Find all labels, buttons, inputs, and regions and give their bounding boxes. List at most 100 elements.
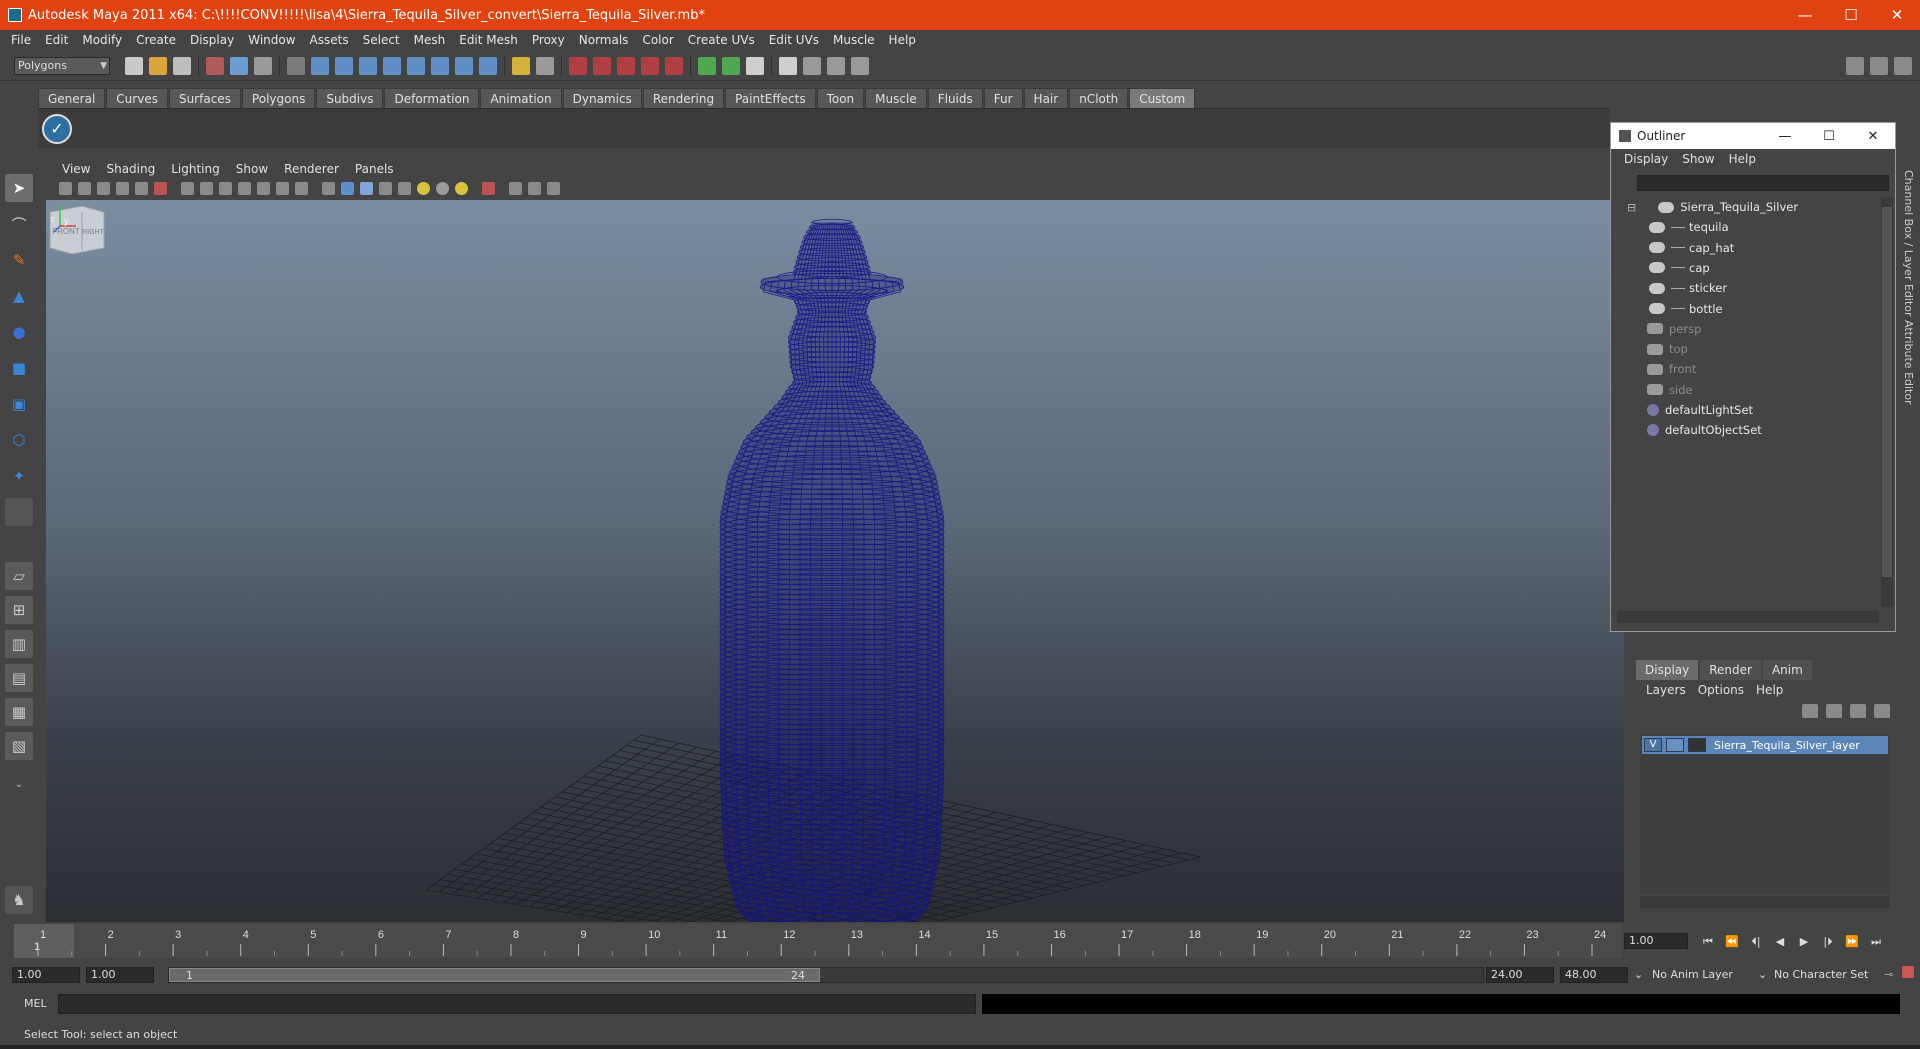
go-to-start-button[interactable]: ⏮ [1696, 933, 1720, 951]
range-slider[interactable]: 1 24 [168, 967, 1484, 983]
panel-menu-renderer[interactable]: Renderer [276, 162, 347, 176]
soft-mod-tool-icon[interactable]: ⬡ [5, 426, 33, 454]
key-icon[interactable]: ⊸ [1884, 967, 1893, 983]
outliner-filter-input[interactable] [1637, 175, 1889, 191]
render-current-icon[interactable] [803, 56, 821, 75]
menu-color[interactable]: Color [635, 33, 680, 47]
show-tool-settings-icon[interactable] [1870, 56, 1888, 75]
pick-curves-icon[interactable] [359, 56, 377, 75]
rotate-tool-icon[interactable]: ● [5, 318, 33, 346]
shelf-tab-surfaces[interactable]: Surfaces [168, 88, 241, 108]
outliner-maximize-button[interactable]: ☐ [1807, 129, 1851, 144]
show-manipulator-icon[interactable]: ✦ [5, 462, 33, 490]
persp-outliner-layout-icon[interactable]: ▥ [5, 630, 33, 658]
shelf-tab-painteffects[interactable]: PaintEffects [725, 88, 816, 108]
outliner-menu-display[interactable]: Display [1617, 152, 1675, 166]
menu-edit-mesh[interactable]: Edit Mesh [452, 33, 525, 47]
render-settings-icon[interactable] [851, 56, 869, 75]
outliner-item-defaultobjectset[interactable]: defaultObjectSet [1647, 420, 1762, 440]
snap-view-plane-icon[interactable] [641, 56, 659, 75]
animation-start-field[interactable]: 1.00 [12, 967, 80, 983]
outliner-item-cap[interactable]: cap [1649, 258, 1710, 278]
select-hierarchy-icon[interactable] [206, 56, 224, 75]
create-layer-from-selected-icon[interactable] [1874, 704, 1890, 718]
isolate-select-icon[interactable] [482, 181, 495, 195]
layer-tab-render[interactable]: Render [1700, 660, 1761, 680]
grid-toggle-icon[interactable] [181, 181, 194, 195]
shelf-tab-custom[interactable]: Custom [1129, 88, 1196, 108]
new-scene-icon[interactable] [125, 56, 143, 75]
layer-tab-display[interactable]: Display [1636, 660, 1699, 680]
play-backwards-button[interactable]: ◀ [1768, 933, 1792, 951]
menu-create[interactable]: Create [129, 33, 183, 47]
menu-window[interactable]: Window [241, 33, 302, 47]
four-view-layout-icon[interactable]: ⊞ [5, 596, 33, 624]
high-quality-icon[interactable] [455, 181, 468, 195]
hypershade-layout-icon[interactable]: ▦ [5, 698, 33, 726]
outliner-item-defaultlightset[interactable]: defaultLightSet [1647, 400, 1753, 420]
outliner-item-cap-hat[interactable]: cap_hat [1649, 238, 1734, 258]
create-empty-layer-icon[interactable] [1850, 704, 1866, 718]
layer-menu-help[interactable]: Help [1750, 683, 1789, 697]
use-all-lights-icon[interactable] [417, 181, 430, 195]
collapse-icon[interactable]: ⊟ [1627, 201, 1636, 214]
range-slider-thumb[interactable]: 1 24 [169, 968, 820, 982]
panel-menu-lighting[interactable]: Lighting [163, 162, 228, 176]
input-ops-icon[interactable] [698, 56, 716, 75]
share-panel-icon[interactable] [547, 181, 560, 195]
make-live-icon[interactable] [665, 56, 683, 75]
layer-menu-layers[interactable]: Layers [1640, 683, 1692, 697]
shelf-tab-fluids[interactable]: Fluids [927, 88, 983, 108]
outliner-graph-layout-icon[interactable]: ▧ [5, 732, 33, 760]
menu-create-uvs[interactable]: Create UVs [681, 33, 762, 47]
manipulator-tool-icon[interactable]: ▣ [5, 390, 33, 418]
anim-layer-dropdown[interactable]: No Anim Layer [1652, 967, 1733, 983]
outliner-horizontal-scrollbar[interactable] [1617, 611, 1879, 623]
shelf-tab-muscle[interactable]: Muscle [865, 88, 927, 108]
step-forward-frame-button[interactable]: |⏵ [1816, 933, 1840, 951]
character-set-dropdown[interactable]: No Character Set [1774, 967, 1868, 983]
layer-color-swatch[interactable] [1688, 738, 1706, 752]
shelf-tab-hair[interactable]: Hair [1023, 88, 1069, 108]
textured-icon[interactable] [398, 181, 411, 195]
move-tool-icon[interactable]: ▲ [5, 282, 33, 310]
safe-title-icon[interactable] [295, 181, 308, 195]
outliner-item-top[interactable]: top [1647, 339, 1688, 359]
grease-pencil-icon[interactable] [154, 181, 167, 195]
playback-start-field[interactable]: 1.00 [86, 967, 154, 983]
chevron-down-icon[interactable]: ⌄ [1758, 967, 1767, 983]
current-frame-field[interactable]: 1.00 [1624, 933, 1688, 949]
layer-tab-anim[interactable]: Anim [1762, 660, 1812, 680]
field-chart-icon[interactable] [257, 181, 270, 195]
paint-select-tool-icon[interactable]: ✎ [5, 246, 33, 274]
select-tool-icon[interactable]: ➤ [5, 174, 33, 202]
snap-grid-icon[interactable] [569, 56, 587, 75]
menu-file[interactable]: File [4, 33, 38, 47]
menu-modify[interactable]: Modify [75, 33, 129, 47]
attribute-editor-tab[interactable]: Attribute Editor [1902, 320, 1915, 405]
scroll-thumb[interactable] [1882, 207, 1892, 577]
pick-surfaces-icon[interactable] [383, 56, 401, 75]
menu-edit[interactable]: Edit [38, 33, 75, 47]
pick-misc-icon[interactable] [479, 56, 497, 75]
outliner-item-sticker[interactable]: sticker [1649, 278, 1727, 298]
gate-mask-icon[interactable] [238, 181, 251, 195]
xray-icon[interactable] [379, 181, 392, 195]
outliner-item-tequila[interactable]: tequila [1649, 217, 1729, 237]
outliner-minimize-button[interactable]: — [1763, 129, 1807, 144]
persp-graph-layout-icon[interactable]: ▤ [5, 664, 33, 692]
menu-mesh[interactable]: Mesh [407, 33, 453, 47]
highlight-selection-icon[interactable] [536, 56, 554, 75]
layer-horizontal-scrollbar[interactable] [1640, 896, 1890, 908]
layer-visibility-toggle[interactable]: V [1644, 738, 1662, 752]
lasso-tool-icon[interactable]: ⌒ [5, 210, 33, 238]
layer-display-type-toggle[interactable] [1666, 738, 1684, 752]
single-perspective-layout-icon[interactable]: ▱ [5, 562, 33, 590]
outliner-close-button[interactable]: ✕ [1851, 129, 1895, 144]
shelf-tab-polygons[interactable]: Polygons [241, 88, 316, 108]
open-scene-icon[interactable] [149, 56, 167, 75]
layer-menu-options[interactable]: Options [1692, 683, 1750, 697]
minimize-button[interactable]: — [1782, 0, 1828, 30]
pick-deformations-icon[interactable] [407, 56, 425, 75]
viewport-3d[interactable]: FRONT RIGHT y x [46, 200, 1624, 922]
